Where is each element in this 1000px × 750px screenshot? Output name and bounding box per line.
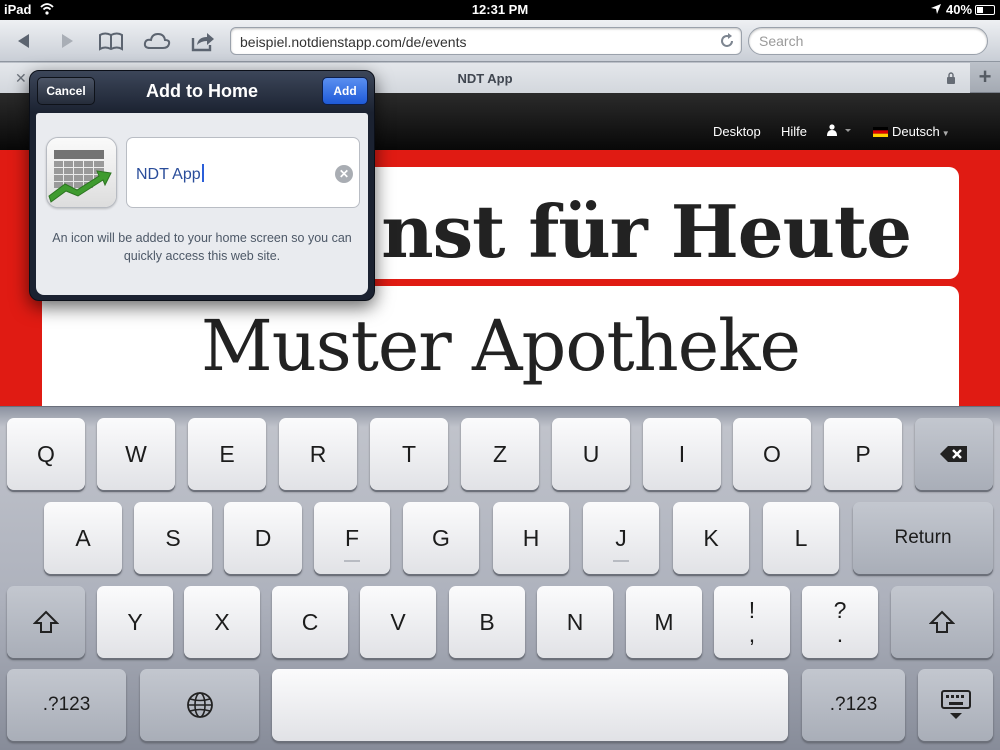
cloud-icon xyxy=(143,32,171,49)
reload-icon[interactable] xyxy=(718,32,736,50)
key-exclam-comma[interactable]: !, xyxy=(714,586,790,658)
home-key-marker xyxy=(613,560,629,562)
keyboard-dismiss-icon xyxy=(940,690,971,719)
calendar-chart-icon xyxy=(47,138,116,207)
search-input[interactable] xyxy=(759,33,974,49)
share-icon xyxy=(191,33,214,52)
shift-arrow-icon xyxy=(929,610,955,633)
popover-info-text: An icon will be added to your home scree… xyxy=(52,231,352,263)
clear-text-icon[interactable]: ✕ xyxy=(335,165,353,183)
text-cursor xyxy=(201,164,204,182)
return-key[interactable]: Return xyxy=(853,502,993,574)
key-i[interactable]: I xyxy=(643,418,721,490)
battery-percent: 40% xyxy=(946,2,973,17)
nav-desktop-link[interactable]: Desktop xyxy=(713,124,761,139)
new-tab-button[interactable]: + xyxy=(972,65,998,91)
key-j[interactable]: J xyxy=(583,502,659,574)
nav-help-link[interactable]: Hilfe xyxy=(781,124,807,139)
key-question-period[interactable]: ?. xyxy=(802,586,878,658)
key-b[interactable]: B xyxy=(449,586,525,658)
key-s[interactable]: S xyxy=(134,502,212,574)
user-menu-icon[interactable] xyxy=(826,124,852,136)
backspace-icon xyxy=(940,446,967,462)
key-t[interactable]: T xyxy=(370,418,448,490)
home-title-input[interactable]: NDT App ✕ xyxy=(126,137,360,208)
caret-down-icon: ▼ xyxy=(941,129,950,138)
key-c[interactable]: C xyxy=(272,586,348,658)
back-arrow-icon xyxy=(18,34,29,48)
key-x[interactable]: X xyxy=(184,586,260,658)
key-o[interactable]: O xyxy=(733,418,811,490)
url-text: beispiel.notdienstapp.com/de/events xyxy=(240,34,467,50)
language-selector[interactable]: Deutsch ▼ xyxy=(892,124,950,139)
key-w[interactable]: W xyxy=(97,418,175,490)
add-to-home-popover: Cancel Add to Home Add NDT App ✕ An icon… xyxy=(29,70,375,301)
globe-key[interactable] xyxy=(140,669,259,741)
browser-toolbar: beispiel.notdienstapp.com/de/events xyxy=(0,20,1000,62)
backspace-key[interactable] xyxy=(915,418,993,490)
home-title-value: NDT App xyxy=(136,164,204,184)
key-q[interactable]: Q xyxy=(7,418,85,490)
shift-arrow-icon xyxy=(33,610,59,633)
key-l[interactable]: L xyxy=(763,502,839,574)
lock-icon xyxy=(947,72,955,84)
key-k[interactable]: K xyxy=(673,502,749,574)
key-u[interactable]: U xyxy=(552,418,630,490)
onscreen-keyboard: Q W E R T Z U I O P A S D F G H J K L Re… xyxy=(0,406,1000,750)
forward-arrow-icon xyxy=(62,34,73,48)
key-n[interactable]: N xyxy=(537,586,613,658)
icloud-tabs-button[interactable] xyxy=(143,28,171,54)
status-time: 12:31 PM xyxy=(471,2,529,17)
share-button[interactable] xyxy=(189,28,217,54)
battery-icon xyxy=(975,5,995,15)
key-v[interactable]: V xyxy=(360,586,436,658)
key-p[interactable]: P xyxy=(824,418,902,490)
popover-body: NDT App ✕ An icon will be added to your … xyxy=(36,113,368,295)
dismiss-keyboard-key[interactable] xyxy=(918,669,993,741)
pharmacy-name: Muster Apotheke xyxy=(201,305,801,387)
language-label: Deutsch xyxy=(892,124,940,139)
pharmacy-card: Muster Apotheke xyxy=(42,286,959,426)
key-a[interactable]: A xyxy=(44,502,122,574)
key-r[interactable]: R xyxy=(279,418,357,490)
book-icon xyxy=(99,32,123,51)
german-flag-icon xyxy=(873,127,888,137)
key-h[interactable]: H xyxy=(493,502,569,574)
add-button[interactable]: Add xyxy=(322,77,368,105)
numbers-key-left[interactable]: .?123 xyxy=(7,669,126,741)
key-d[interactable]: D xyxy=(224,502,302,574)
key-z[interactable]: Z xyxy=(461,418,539,490)
key-y[interactable]: Y xyxy=(97,586,173,658)
home-key-marker xyxy=(344,560,360,562)
address-bar[interactable]: beispiel.notdienstapp.com/de/events xyxy=(230,27,742,55)
numbers-key-right[interactable]: .?123 xyxy=(802,669,905,741)
search-bar[interactable] xyxy=(748,27,988,55)
key-e[interactable]: E xyxy=(188,418,266,490)
page-heading: nst für Heute xyxy=(381,189,912,274)
key-g[interactable]: G xyxy=(403,502,479,574)
forward-button[interactable] xyxy=(53,28,81,54)
space-bar[interactable] xyxy=(272,669,788,741)
key-m[interactable]: M xyxy=(626,586,702,658)
key-f[interactable]: F xyxy=(314,502,390,574)
bookmarks-button[interactable] xyxy=(97,28,125,54)
back-button[interactable] xyxy=(10,28,38,54)
globe-icon xyxy=(186,692,213,718)
app-icon xyxy=(46,137,117,208)
shift-key-left[interactable] xyxy=(7,586,85,658)
location-arrow-icon xyxy=(931,4,941,14)
status-bar: iPad 12:31 PM 40% xyxy=(0,0,1000,20)
shift-key-right[interactable] xyxy=(891,586,993,658)
